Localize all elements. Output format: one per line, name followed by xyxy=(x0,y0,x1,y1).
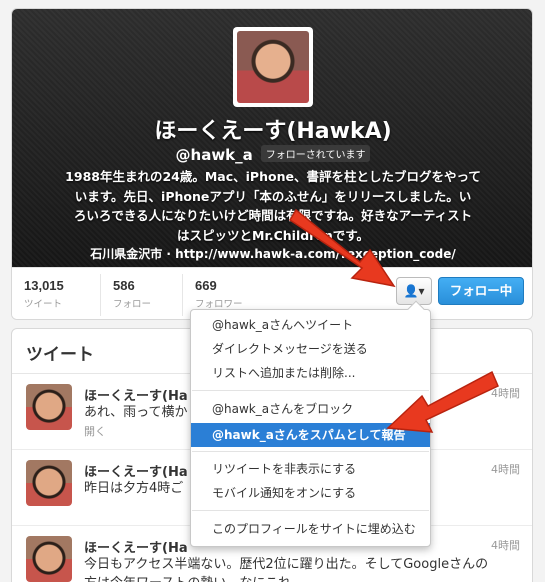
following-button[interactable]: フォロー中 xyxy=(438,277,524,305)
stat-value: 13,015 xyxy=(24,278,64,293)
stat-following[interactable]: 586 フォロー xyxy=(113,278,151,310)
avatar-image xyxy=(237,31,309,103)
stat-value: 669 xyxy=(195,278,217,293)
profile-header: ほーくえーす(HawkA) @hawk_a フォローされています 1988年生まれ… xyxy=(12,9,532,267)
stat-label: ツイート xyxy=(24,299,63,310)
menu-item-send-dm[interactable]: ダイレクトメッセージを送る xyxy=(191,337,430,361)
stat-followers[interactable]: 669 フォロワー xyxy=(195,278,243,310)
bio-line: はスピッツとMr.Childrenです。 xyxy=(177,227,369,243)
tweet-time[interactable]: 4時間 xyxy=(491,461,520,477)
stat-divider xyxy=(100,274,101,316)
bio-line: ろいろできる人になりたいけど時間は有限ですね。好きなアーティスト xyxy=(73,208,473,223)
stat-value: 586 xyxy=(113,278,135,293)
tweet-open-link[interactable]: 開く xyxy=(84,423,106,439)
tweet-avatar[interactable] xyxy=(26,460,72,506)
tweet-author[interactable]: ほーくえーす(Ha xyxy=(84,537,188,556)
profile-name: ほーくえーす(HawkA) xyxy=(154,119,392,144)
stat-tweets[interactable]: 13,015 ツイート xyxy=(24,278,64,310)
profile-handle: @hawk_a xyxy=(175,146,253,164)
profile-card: ほーくえーす(HawkA) @hawk_a フォローされています 1988年生まれ… xyxy=(11,8,533,320)
profile-location-url[interactable]: 石川県金沢市 · http://www.hawk-a.com/?exceptio… xyxy=(12,245,532,262)
menu-item-hide-retweets[interactable]: リツイートを非表示にする xyxy=(191,457,430,481)
tweet-avatar[interactable] xyxy=(26,536,72,582)
tweets-heading: ツイート xyxy=(26,345,94,365)
stat-divider xyxy=(182,274,183,316)
handle-row: @hawk_a フォローされています xyxy=(12,145,532,164)
tweet-author[interactable]: ほーくえーす(Ha xyxy=(84,461,188,480)
tweet-avatar[interactable] xyxy=(26,384,72,430)
tweet-time[interactable]: 4時間 xyxy=(491,385,520,401)
tweet-text-continued: 方は今年ワーストの勢い。なにこれ。 xyxy=(84,574,524,582)
menu-item-block[interactable]: @hawk_aさんをブロック xyxy=(191,397,430,421)
tweet-text: 今日もアクセス半端ない。歴代2位に躍り出た。そしてGoogleさんの xyxy=(84,557,489,572)
menu-divider xyxy=(192,510,429,511)
menu-divider xyxy=(192,451,429,452)
menu-item-report-spam[interactable]: @hawk_aさんをスパムとして報告 xyxy=(191,423,430,447)
follows-you-badge: フォローされています xyxy=(260,145,371,162)
menu-item-mobile-notifications[interactable]: モバイル通知をオンにする xyxy=(191,481,430,505)
tweet-time[interactable]: 4時間 xyxy=(491,537,520,553)
stat-label: フォロワー xyxy=(195,299,243,310)
bio-line: います。先日、iPhoneアプリ「本のふせん」をリリースしました。い xyxy=(74,188,472,204)
menu-item-tweet-to[interactable]: @hawk_aさんへツイート xyxy=(191,313,430,337)
tweet-author[interactable]: ほーくえーす(Ha xyxy=(84,385,188,404)
profile-avatar[interactable] xyxy=(233,27,313,107)
menu-item-embed-profile[interactable]: このプロフィールをサイトに埋め込む xyxy=(191,517,430,541)
person-dropdown-icon: 👤▾ xyxy=(403,284,425,298)
user-actions-dropdown: @hawk_aさんへツイート ダイレクトメッセージを送る リストへ追加または削除… xyxy=(190,300,431,547)
profile-bio: 1988年生まれの24歳。Mac、iPhone、書評を柱としたブログをやって い… xyxy=(46,167,500,245)
stat-label: フォロー xyxy=(113,299,152,310)
bio-line: 1988年生まれの24歳。Mac、iPhone、書評を柱としたブログをやって xyxy=(65,169,481,184)
menu-item-add-to-list[interactable]: リストへ追加または削除... xyxy=(191,361,430,385)
menu-divider xyxy=(192,390,429,391)
